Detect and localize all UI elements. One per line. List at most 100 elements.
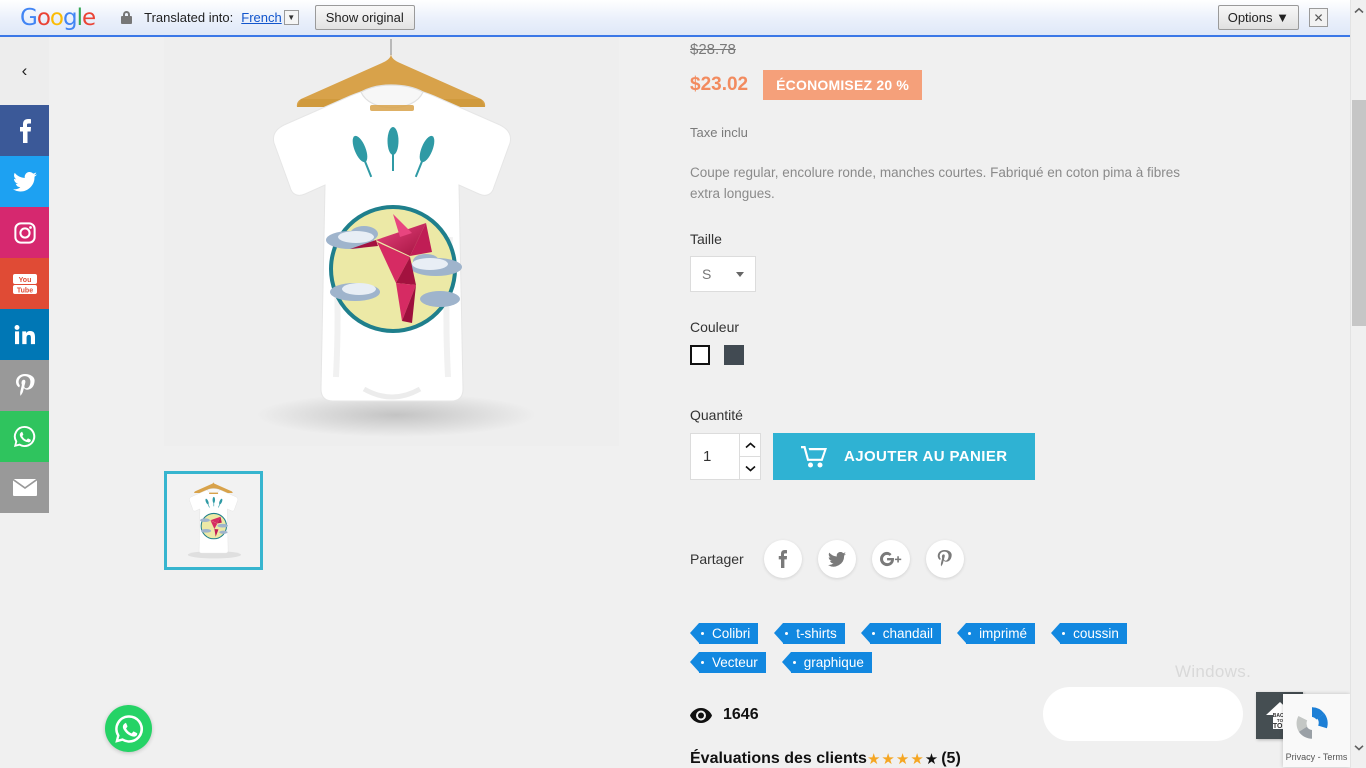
star-filled-4: ★ bbox=[910, 751, 925, 768]
rail-item-youtube[interactable]: You Tube bbox=[0, 258, 49, 309]
quantity-input[interactable] bbox=[691, 434, 739, 479]
tag-item[interactable]: coussin bbox=[1051, 623, 1127, 644]
eye-icon bbox=[690, 707, 712, 723]
options-button[interactable]: Options ▼ bbox=[1217, 5, 1299, 30]
share-button-twitter[interactable] bbox=[817, 540, 856, 578]
share-label: Partager bbox=[690, 551, 744, 567]
chevron-up-icon bbox=[1354, 7, 1364, 14]
quantity-decrement-button[interactable] bbox=[740, 457, 760, 479]
star-filled-3: ★ bbox=[895, 751, 911, 768]
twitter-icon bbox=[12, 171, 37, 191]
svg-text:You: You bbox=[18, 277, 31, 284]
rail-item-whatsapp[interactable] bbox=[0, 411, 49, 462]
quantity-stepper[interactable] bbox=[690, 433, 761, 480]
google-plus-icon bbox=[879, 551, 901, 567]
color-label: Couleur bbox=[690, 319, 740, 335]
whatsapp-icon bbox=[13, 425, 36, 448]
scrollbar-down-arrow[interactable] bbox=[1351, 739, 1366, 756]
lock-icon bbox=[121, 11, 133, 24]
tag-label: coussin bbox=[1073, 626, 1119, 641]
tag-item[interactable]: imprimé bbox=[957, 623, 1036, 644]
rating-label: Évaluations des clients bbox=[690, 750, 867, 767]
size-select[interactable]: S bbox=[690, 256, 756, 292]
rail-item-linkedin[interactable] bbox=[0, 309, 49, 360]
size-value: S bbox=[702, 266, 712, 282]
discount-badge: ÉCONOMISEZ 20 % bbox=[763, 70, 923, 100]
tag-item[interactable]: Colibri bbox=[689, 623, 759, 644]
star-filled-1: ★ bbox=[866, 751, 882, 768]
translated-into-label: Translated into: bbox=[144, 10, 234, 25]
google-logo: Google bbox=[20, 4, 96, 31]
tag-item[interactable]: Vecteur bbox=[690, 652, 766, 673]
instagram-icon bbox=[13, 221, 36, 244]
tag-item[interactable]: t-shirts bbox=[774, 623, 845, 644]
chevron-down-icon bbox=[736, 271, 744, 277]
rail-item-instagram[interactable] bbox=[0, 207, 49, 258]
quantity-and-cart-row: AJOUTER AU PANIER bbox=[690, 433, 1230, 480]
product-page: ‹ You Tube $28.78 $23.02 ÉCONOMISEZ 20 %… bbox=[0, 37, 1350, 768]
chevron-down-icon[interactable]: ▼ bbox=[283, 10, 299, 25]
tag-label: imprimé bbox=[979, 626, 1028, 641]
old-price: $28.78 bbox=[690, 41, 736, 58]
add-to-cart-button[interactable]: AJOUTER AU PANIER bbox=[773, 433, 1036, 480]
linkedin-icon bbox=[14, 324, 35, 344]
product-main-image[interactable] bbox=[164, 37, 619, 446]
tshirt-illustration bbox=[164, 37, 619, 446]
close-icon[interactable]: ✕ bbox=[1309, 8, 1328, 27]
price-row: $23.02 ÉCONOMISEZ 20 % bbox=[690, 70, 1230, 100]
youtube-icon: You Tube bbox=[12, 273, 37, 294]
tag-item[interactable]: chandail bbox=[860, 623, 942, 644]
tag-label: Vecteur bbox=[712, 655, 758, 670]
rating-count: (5) bbox=[941, 750, 961, 767]
quantity-increment-button[interactable] bbox=[740, 434, 760, 457]
rail-item-email[interactable] bbox=[0, 462, 49, 513]
share-button-facebook[interactable] bbox=[763, 540, 802, 578]
color-swatch-gris-ardoise[interactable] bbox=[724, 345, 744, 365]
rail-collapse-button[interactable]: ‹ bbox=[0, 37, 49, 105]
rail-item-pinterest[interactable] bbox=[0, 360, 49, 411]
whatsapp-float-button[interactable] bbox=[105, 705, 152, 752]
scrollbar-up-arrow[interactable] bbox=[1351, 2, 1366, 19]
google-translate-bar: Google Translated into: French ▼ Show or… bbox=[0, 0, 1366, 37]
pinterest-icon bbox=[937, 550, 952, 567]
tag-label: Colibri bbox=[712, 626, 751, 641]
scrollbar-thumb[interactable] bbox=[1352, 100, 1366, 326]
tax-note: Taxe inclu bbox=[690, 125, 748, 140]
size-label: Taille bbox=[690, 231, 722, 247]
tag-item[interactable]: graphique bbox=[781, 652, 872, 673]
product-details: $28.78 $23.02 ÉCONOMISEZ 20 % Taxe inclu… bbox=[689, 37, 1230, 768]
tag-label: t-shirts bbox=[796, 626, 837, 641]
rail-item-facebook[interactable] bbox=[0, 105, 49, 156]
tag-label: graphique bbox=[803, 655, 864, 670]
show-original-button[interactable]: Show original bbox=[314, 5, 415, 30]
email-icon bbox=[12, 478, 37, 496]
thumbnail-strip bbox=[164, 471, 619, 570]
share-button-google-plus[interactable] bbox=[871, 540, 910, 578]
quantity-arrows bbox=[739, 434, 760, 479]
chevron-up-icon bbox=[744, 441, 756, 448]
quantity-label: Quantité bbox=[690, 407, 743, 423]
color-swatches bbox=[690, 345, 1230, 365]
twitter-icon bbox=[827, 551, 846, 567]
white-overlay-patch bbox=[1043, 687, 1243, 741]
facebook-icon bbox=[19, 118, 31, 143]
rail-item-twitter[interactable] bbox=[0, 156, 49, 207]
color-swatch-blanc[interactable] bbox=[690, 345, 710, 365]
rating-row: Évaluations des clients ★ ★ ★ ★ ★ (5) bbox=[690, 750, 1230, 768]
share-button-pinterest[interactable] bbox=[925, 540, 964, 578]
whatsapp-icon bbox=[114, 714, 143, 743]
chevron-down-icon bbox=[744, 465, 756, 472]
recaptcha-privacy-terms[interactable]: Privacy - Terms bbox=[1283, 752, 1350, 762]
chevron-down-icon bbox=[1354, 745, 1364, 751]
thumbnail-1[interactable] bbox=[164, 471, 263, 570]
recaptcha-badge[interactable]: Privacy - Terms bbox=[1283, 694, 1350, 767]
tag-label: chandail bbox=[882, 626, 934, 641]
add-to-cart-label: AJOUTER AU PANIER bbox=[844, 448, 1008, 465]
product-gallery bbox=[164, 37, 619, 570]
svg-text:Tube: Tube bbox=[16, 287, 32, 294]
social-share-rail: ‹ You Tube bbox=[0, 37, 49, 513]
language-link[interactable]: French bbox=[241, 10, 281, 25]
tag-list: Colibri t-shirts chandail imprimé coussi… bbox=[689, 623, 1210, 673]
page-scrollbar[interactable] bbox=[1350, 0, 1366, 768]
star-filled-2: ★ bbox=[881, 751, 896, 768]
